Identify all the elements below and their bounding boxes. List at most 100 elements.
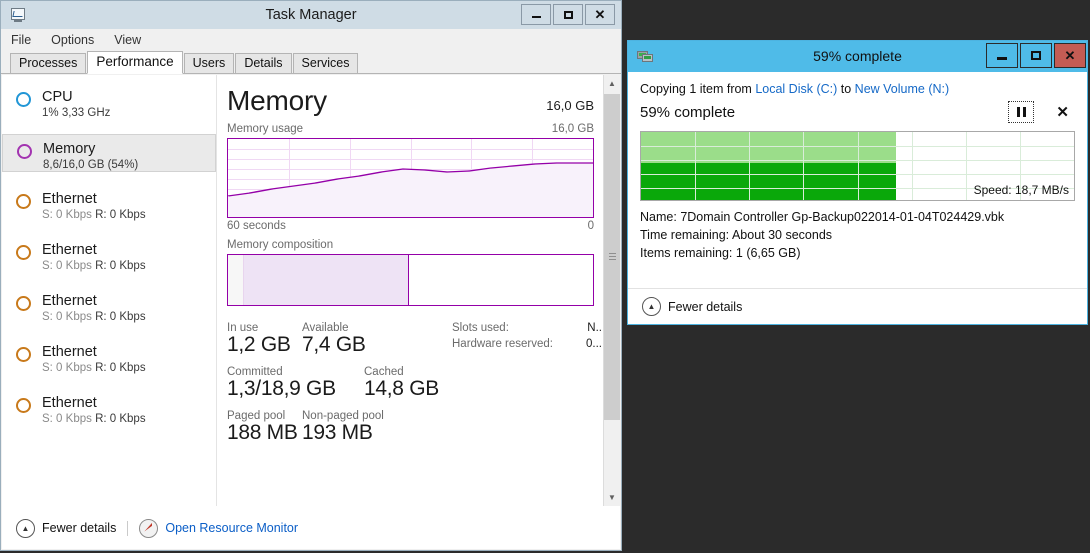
items-remaining-value: 1 (6,65 GB) [735,246,801,261]
sidebar-item-send: S: 0 Kbps [42,310,92,323]
task-manager-titlebar: Task Manager ✕ [1,1,621,29]
sidebar-item-recv: R: 0 Kbps [95,310,146,323]
task-manager-footer: ▲ Fewer details Open Resource Monitor [2,506,620,549]
chart-axis-left: 60 seconds [227,220,286,232]
ethernet-indicator-icon [16,296,31,311]
memory-usage-max: 16,0 GB [551,123,594,135]
cancel-icon[interactable]: ✕ [1056,103,1069,121]
sidebar-item-label: Ethernet [42,395,97,411]
copy-dialog-window-controls: ✕ [984,43,1086,68]
sidebar-item-ethernet-2[interactable]: Ethernet S: 0 Kbps R: 0 Kbps [2,236,216,274]
sidebar-item-send: S: 0 Kbps [42,361,92,374]
copy-percent-text: 59% complete [640,103,736,121]
sidebar-item-send: S: 0 Kbps [42,208,92,221]
items-remaining-label: Items remaining: [640,246,733,261]
memory-hardware-info: Slots used: N.. Hardware reserved: 0... [452,322,602,354]
sidebar-item-label: Ethernet [42,293,97,309]
fewer-details-button[interactable]: Fewer details [42,521,116,535]
sidebar-item-ethernet-1[interactable]: Ethernet S: 0 Kbps R: 0 Kbps [2,185,216,223]
copy-dialog-footer: ▲ Fewer details [628,288,1087,324]
task-manager-icon [9,7,27,23]
sidebar-item-sub: 1% 3,33 GHz [42,106,111,119]
copy-mid-text: to [837,82,855,96]
sidebar-item-memory[interactable]: Memory 8,6/16,0 GB (54%) [2,134,216,172]
menu-item-options[interactable]: Options [51,33,94,47]
cpu-indicator-icon [16,92,31,107]
sidebar-item-label: Memory [43,141,96,157]
cached-value: 14,8 GB [364,377,439,400]
scroll-down-icon[interactable]: ▼ [604,489,620,506]
fewer-details-button[interactable]: Fewer details [668,300,742,314]
close-icon[interactable]: ✕ [585,4,615,25]
tab-processes[interactable]: Processes [10,53,87,74]
task-manager-window-controls: ✕ [519,4,615,25]
minimize-icon[interactable] [521,4,551,25]
minimize-icon[interactable] [986,43,1018,68]
maximize-icon[interactable] [1020,43,1052,68]
paged-pool-value: 188 MB [227,421,298,444]
memory-panel: Memory 16,0 GB Memory usage 16,0 GB 60 s… [217,75,620,506]
resource-monitor-icon[interactable] [139,518,159,538]
sidebar-item-ethernet-3[interactable]: Ethernet S: 0 Kbps R: 0 Kbps [2,287,216,325]
time-remaining-value: About 30 seconds [731,228,833,243]
copy-details: Name: 7Domain Controller Gp-Backup022014… [640,208,1075,262]
copy-prefix-text: Copying 1 item from [640,82,756,96]
sidebar-item-cpu[interactable]: CPU 1% 3,33 GHz [2,83,216,121]
tab-performance[interactable]: Performance [87,51,183,74]
tab-users[interactable]: Users [183,53,235,74]
slots-used-value: N.. [587,322,602,334]
sidebar-item-ethernet-5[interactable]: Ethernet S: 0 Kbps R: 0 Kbps [2,389,216,427]
sidebar-item-label: Ethernet [42,191,97,207]
sidebar-item-ethernet-4[interactable]: Ethernet S: 0 Kbps R: 0 Kbps [2,338,216,376]
memory-composition-bar [227,254,594,306]
name-value: 7Domain Controller Gp-Backup022014-01-04… [680,210,1005,224]
ethernet-indicator-icon [16,347,31,362]
close-icon[interactable]: ✕ [1054,43,1086,68]
sidebar-item-send: S: 0 Kbps [42,412,92,425]
sidebar-item-label: Ethernet [42,242,97,258]
menu-item-view[interactable]: View [114,33,141,47]
menu-item-file[interactable]: File [11,33,31,47]
ethernet-indicator-icon [16,398,31,413]
composition-segment-free [408,255,593,305]
performance-body: CPU 1% 3,33 GHz Memory 8,6/16,0 GB (54%)… [2,75,620,506]
sidebar-item-recv: R: 0 Kbps [95,259,146,272]
sidebar-item-recv: R: 0 Kbps [95,412,146,425]
pause-icon[interactable] [1008,101,1035,123]
scroll-up-icon[interactable]: ▲ [604,75,620,92]
resource-sidebar: CPU 1% 3,33 GHz Memory 8,6/16,0 GB (54%)… [2,75,217,506]
memory-indicator-icon [17,144,32,159]
copy-progress-dialog: 59% complete ✕ Copying 1 item from Local… [627,40,1088,325]
destination-link[interactable]: New Volume (N:) [855,82,949,96]
sidebar-item-recv: R: 0 Kbps [95,208,146,221]
tab-bar: Processes Performance Users Details Serv… [1,51,621,74]
menu-bar: File Options View [1,29,621,51]
source-link[interactable]: Local Disk (C:) [755,82,837,96]
copy-dialog-titlebar: 59% complete ✕ [628,41,1087,72]
sidebar-item-send: S: 0 Kbps [42,259,92,272]
open-resource-monitor-link[interactable]: Open Resource Monitor [165,521,298,535]
name-label: Name: [640,210,677,224]
memory-composition-label: Memory composition [227,239,334,251]
scrollbar-thumb[interactable] [604,94,620,420]
tab-details[interactable]: Details [235,53,292,74]
chevron-up-icon[interactable]: ▲ [16,518,35,538]
sidebar-item-recv: R: 0 Kbps [95,361,146,374]
scrollbar-track[interactable] [604,92,620,489]
task-manager-window: Task Manager ✕ File Options View Process… [0,0,622,551]
vertical-scrollbar[interactable]: ▲ ▼ [603,75,620,506]
page-title: Memory [227,85,327,116]
memory-total: 16,0 GB [546,98,594,113]
memory-statistics: In use 1,2 GB Available 7,4 GB Committed… [227,322,620,445]
copy-speed-label: Speed: 18,7 MB/s [973,183,1069,197]
ethernet-indicator-icon [16,245,31,260]
sidebar-item-sub: 8,6/16,0 GB (54%) [43,158,139,171]
maximize-icon[interactable] [553,4,583,25]
tab-services[interactable]: Services [292,53,359,74]
memory-usage-chart [227,138,594,218]
copy-files-icon [637,49,655,64]
chevron-up-icon[interactable]: ▲ [642,297,661,316]
hardware-reserved-label: Hardware reserved: [452,338,553,350]
ethernet-indicator-icon [16,194,31,209]
committed-value: 1,3/18,9 GB [227,377,336,400]
